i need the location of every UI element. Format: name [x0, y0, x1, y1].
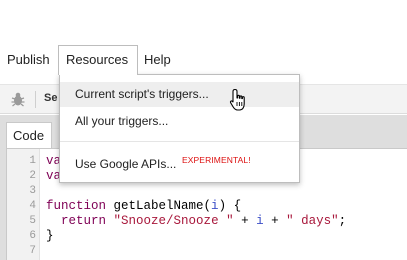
hand-pointer-icon [229, 88, 251, 114]
resources-menu: Current script's triggers... All your tr… [59, 74, 300, 183]
experimental-badge: EXPERIMENTAL! [182, 155, 251, 165]
line-number: 7 [29, 245, 36, 257]
code-param: i [211, 199, 219, 213]
code-function-name: getLabelName( [106, 199, 212, 213]
menu-item-current-triggers[interactable]: Current script's triggers... [60, 82, 299, 107]
menu-help[interactable]: Help [137, 45, 178, 75]
code-string: " days" [286, 214, 339, 228]
menu-item-all-triggers[interactable]: All your triggers... [60, 109, 299, 134]
code-string: "Snooze/Snooze " [113, 214, 234, 228]
line-number: 2 [29, 170, 36, 182]
line-number: 1 [29, 155, 36, 167]
menu-bar: Publish Resources Help [0, 45, 407, 75]
code-keyword: function [46, 199, 107, 213]
menu-item-google-apis[interactable]: Use Google APIs... EXPERIMENTAL! [60, 152, 299, 177]
toolbar-divider [35, 91, 36, 108]
menu-divider [60, 141, 299, 142]
line-number: 6 [29, 230, 36, 242]
menu-resources[interactable]: Resources [58, 45, 138, 75]
bug-icon[interactable] [10, 91, 26, 107]
code-line: } [46, 229, 54, 243]
code-line: function getLabelName(i) { [46, 199, 241, 214]
code-variable: i [256, 214, 264, 228]
line-number: 4 [29, 200, 36, 212]
line-number: 3 [29, 185, 36, 197]
code-punct: ) { [218, 199, 242, 213]
code-operator: + [263, 214, 287, 228]
code-punct: ; [338, 214, 347, 228]
code-operator: + [233, 214, 257, 228]
code-line: return "Snooze/Snooze " + i + " days"; [46, 214, 346, 229]
line-number: 5 [29, 215, 36, 227]
tab-code[interactable]: Code [6, 122, 52, 149]
toolbar-select-label[interactable]: Se [44, 92, 57, 104]
code-keyword: return [61, 214, 107, 228]
menu-publish[interactable]: Publish [0, 45, 57, 75]
menu-item-label: Use Google APIs... [75, 157, 177, 171]
